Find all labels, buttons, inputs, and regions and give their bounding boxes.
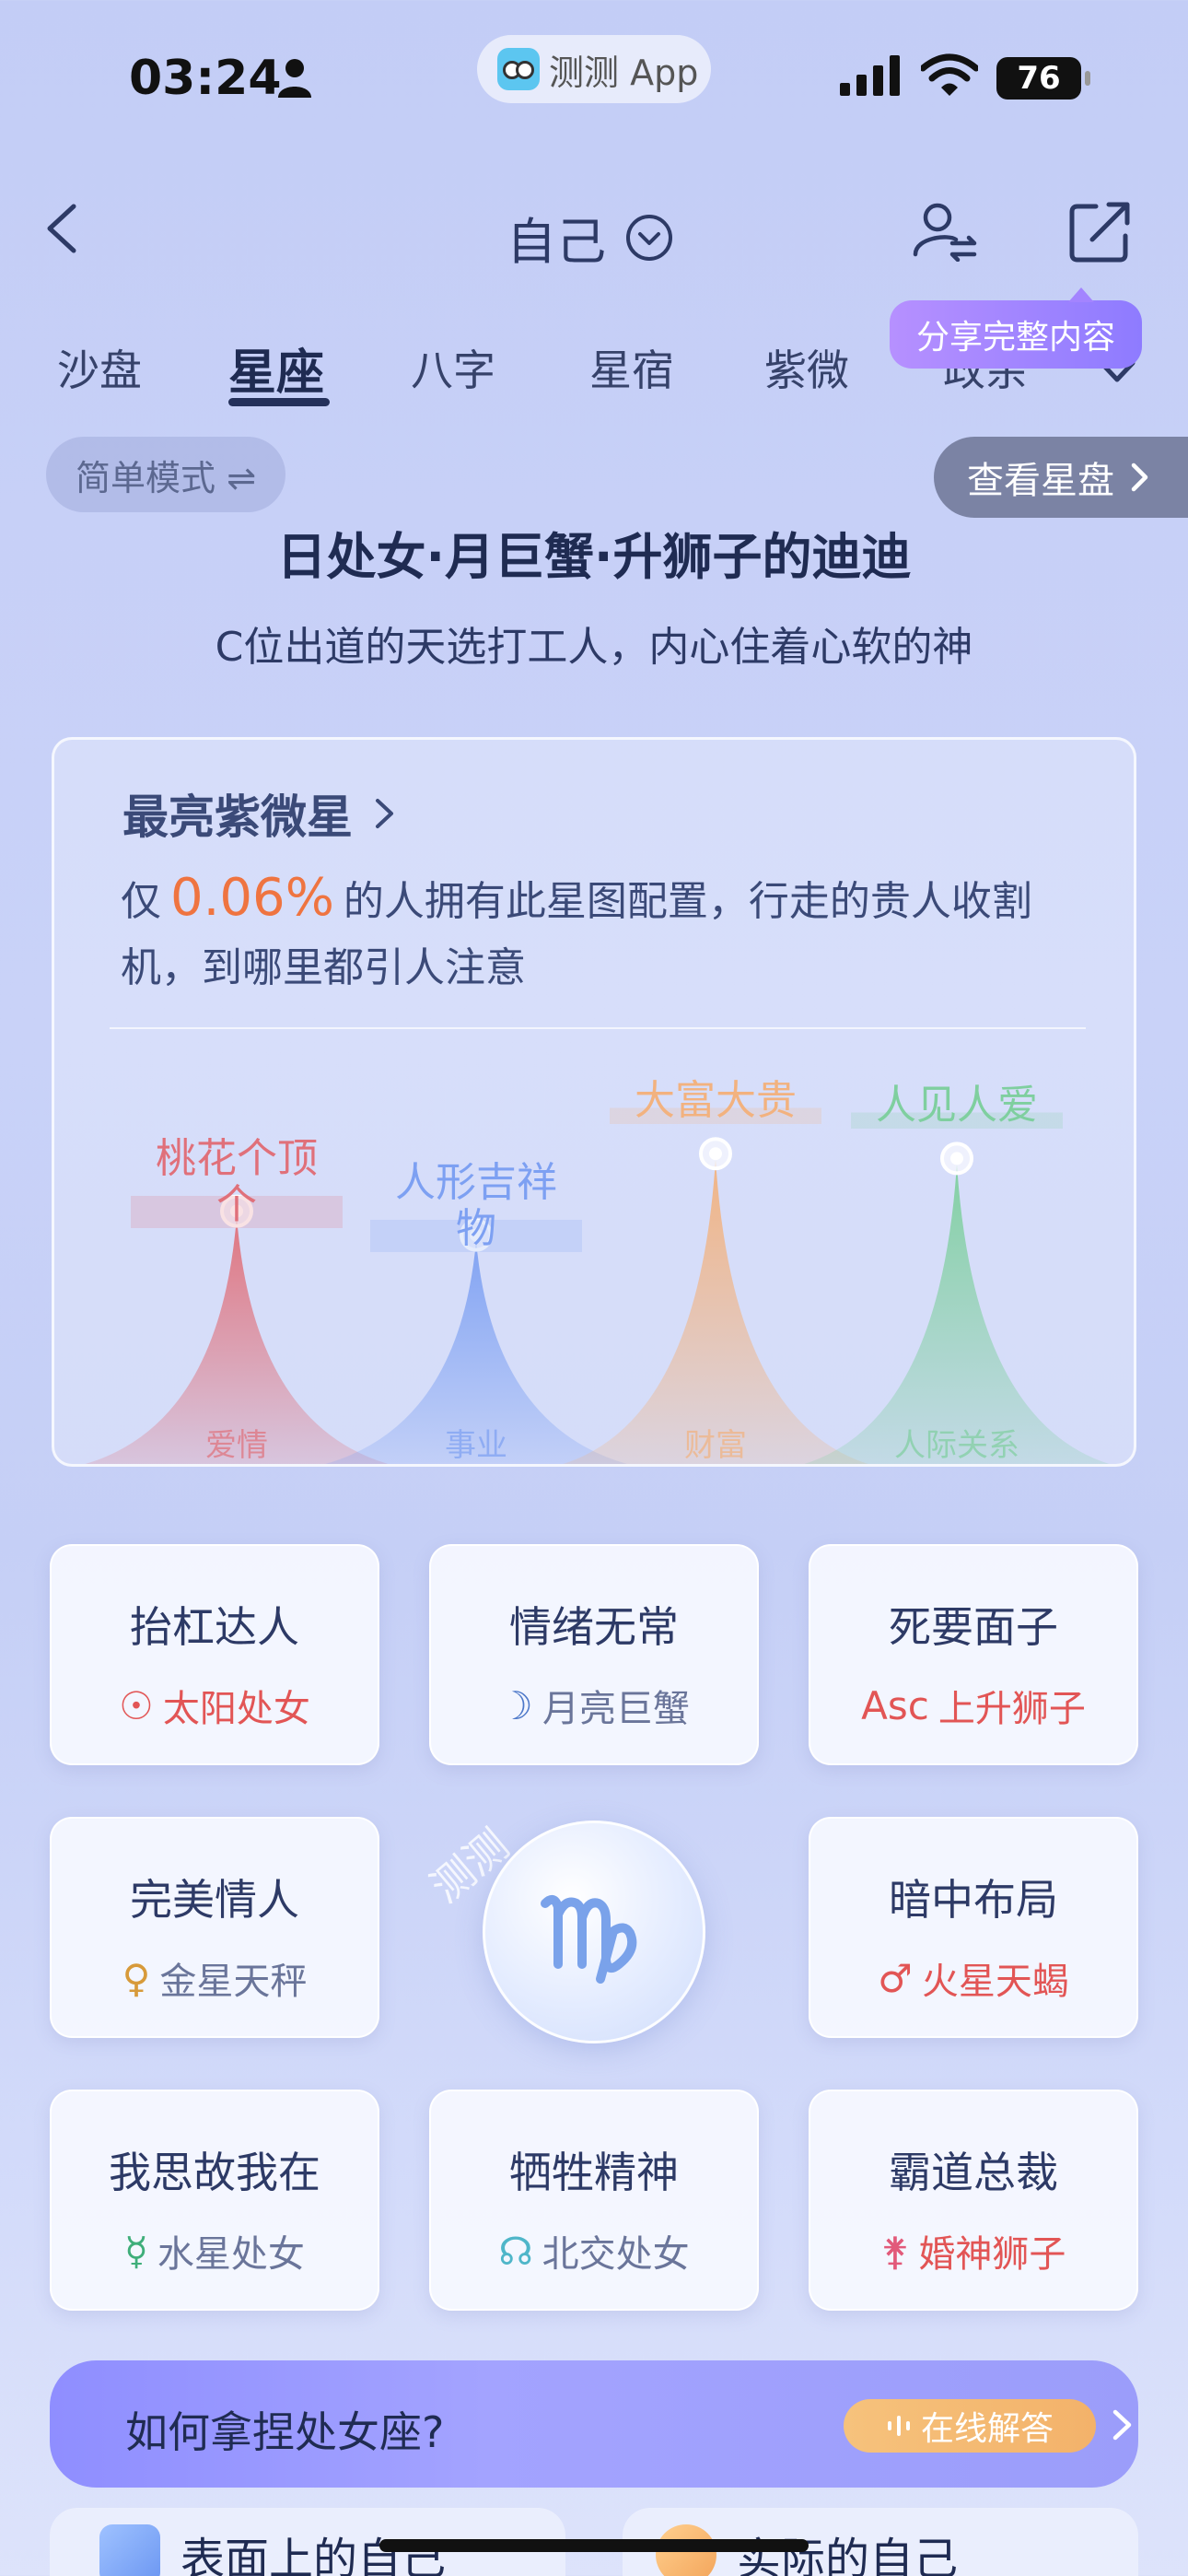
trait-card[interactable]: 情绪无常 ☽ 月亮巨蟹 (429, 1544, 759, 1765)
peak-category-label: 人际关系 (894, 1427, 1019, 1464)
trait-card[interactable]: 暗中布局 ♂ 火星天蝎 (809, 1817, 1138, 2038)
trait-placement: Asc 上升狮子 (810, 1679, 1136, 1732)
divider (110, 1027, 1086, 1029)
planet-symbol-icon: ☊ (498, 2228, 533, 2274)
online-answer-label: 在线解答 (920, 2410, 1054, 2448)
trait-placement-text: 火星天蝎 (921, 1961, 1069, 2003)
tab-ziwei[interactable]: 紫微 (764, 337, 849, 398)
chevron-right-icon (376, 799, 393, 828)
planet-symbol-icon: ⚵ (880, 2228, 910, 2274)
planet-symbol-icon: ☉ (119, 1682, 154, 1728)
trait-placement-text: 金星天秤 (159, 1961, 308, 2003)
triangle-icon (99, 2524, 160, 2576)
planet-symbol-icon: ☽ (498, 1682, 533, 1728)
profile-switcher[interactable]: 自己 (507, 201, 674, 274)
peak-tag: 人见人爱 (851, 1083, 1063, 1130)
trait-card[interactable]: 死要面子 Asc 上升狮子 (809, 1544, 1138, 1765)
peak-category-label: 事业 (445, 1427, 507, 1464)
user-switch-icon[interactable] (912, 201, 978, 262)
tab-active-indicator (228, 398, 330, 406)
peak-tag: 桃花个顶个 (131, 1135, 343, 1228)
back-icon[interactable] (41, 201, 83, 256)
trait-title: 我思故我在 (109, 2148, 320, 2197)
wifi-icon (921, 53, 978, 96)
simple-mode-toggle[interactable]: 简单模式 ⇌ (46, 437, 285, 512)
trait-title: 牺牲精神 (509, 2148, 679, 2197)
virgo-icon (541, 1894, 637, 1984)
app-logo-icon (497, 48, 540, 90)
trait-placement-text: 北交处女 (542, 2233, 690, 2276)
profile-subline: C位出道的天选打工人，内心住着心软的神 (215, 624, 973, 671)
trait-placement: ⚵ 婚神狮子 (810, 2224, 1136, 2277)
trait-placement-text: 水星处女 (157, 2233, 305, 2276)
home-indicator (379, 2539, 809, 2552)
trait-placement-text: 婚神狮子 (918, 2233, 1066, 2276)
trait-placement: ♀ 金星天秤 (52, 1951, 378, 2005)
stats-card-title-text: 最亮紫微星 (122, 790, 353, 844)
mode-label: 简单模式 ⇌ (76, 457, 256, 498)
chevron-right-icon (1131, 463, 1148, 492)
ask-banner-text: 如何拿捏处女座? (125, 2407, 445, 2457)
peak-marker-dot (709, 1147, 722, 1161)
trait-title: 完美情人 (130, 1875, 299, 1925)
trait-placement: ☽ 月亮巨蟹 (431, 1679, 757, 1732)
trait-title: 霸道总裁 (889, 2148, 1058, 2197)
trait-placement: ♂ 火星天蝎 (810, 1951, 1136, 2005)
trait-title: 死要面子 (889, 1602, 1058, 1652)
status-time: 03:24 (129, 51, 282, 106)
tab-bazi[interactable]: 八字 (411, 337, 495, 398)
trait-card[interactable]: 我思故我在 ☿ 水星处女 (50, 2090, 379, 2311)
peak-marker-dot (950, 1152, 963, 1165)
planet-symbol-icon: Asc (861, 1682, 929, 1728)
planet-symbol-icon: ♀ (122, 1955, 151, 2001)
person-icon (278, 59, 311, 98)
battery-indicator: 76 (996, 57, 1090, 100)
peak-tag: 人形吉祥物 (370, 1159, 582, 1252)
trait-placement-text: 太阳处女 (162, 1688, 310, 1730)
view-chart-button[interactable]: 查看星盘 (934, 437, 1188, 518)
trait-placement: ☊ 北交处女 (431, 2224, 757, 2277)
stats-card[interactable]: 最亮紫微星 仅 0.06% 的人拥有此星图配置，行走的贵人收割机，到哪里都引人注意 … (52, 737, 1136, 1467)
trait-title: 情绪无常 (509, 1602, 679, 1652)
planet-symbol-icon: ♂ (878, 1955, 913, 2001)
stats-card-title[interactable]: 最亮紫微星 (122, 780, 397, 847)
trait-placement-text: 月亮巨蟹 (542, 1688, 690, 1730)
trait-placement: ☿ 水星处女 (52, 2224, 378, 2277)
chevron-right-icon (1112, 2409, 1132, 2441)
profile-headline: 日处女·月巨蟹·升狮子的迪迪 (276, 528, 912, 586)
peak-tag: 大富大贵 (610, 1078, 821, 1125)
planet-symbol-icon: ☿ (124, 2228, 148, 2274)
share-tooltip[interactable]: 分享完整内容 (890, 287, 1142, 369)
trait-placement: ☉ 太阳处女 (52, 1679, 378, 1732)
voice-wave-icon (887, 2416, 910, 2436)
app-pill[interactable]: 测测 App (477, 35, 711, 103)
tab-xingzuo[interactable]: 星座 (228, 334, 324, 403)
trait-card[interactable]: 霸道总裁 ⚵ 婚神狮子 (809, 2090, 1138, 2311)
tab-xingxiu[interactable]: 星宿 (589, 337, 674, 398)
ask-banner[interactable]: 如何拿捏处女座? 在线解答 (50, 2360, 1138, 2488)
app-name: 测测 App (549, 52, 699, 93)
trait-card[interactable]: 牺牲精神 ☊ 北交处女 (429, 2090, 759, 2311)
tab-shapan[interactable]: 沙盘 (57, 337, 142, 398)
rarity-percent: 0.06% (170, 868, 334, 928)
trait-title: 抬杠达人 (130, 1602, 299, 1652)
virgo-sign-badge[interactable] (483, 1821, 705, 2043)
share-icon[interactable] (1068, 199, 1133, 263)
trait-card[interactable]: 完美情人 ♀ 金星天秤 (50, 1817, 379, 2038)
chevron-down-icon (626, 214, 672, 261)
signal-icon (840, 55, 900, 96)
online-answer-badge[interactable]: 在线解答 (844, 2399, 1096, 2453)
view-chart-label: 查看星盘 (967, 460, 1114, 502)
desc-prefix: 仅 (121, 878, 161, 925)
peak-category-label: 爱情 (205, 1427, 268, 1464)
trait-card[interactable]: 抬杠达人 ☉ 太阳处女 (50, 1544, 379, 1765)
stats-card-description: 仅 0.06% 的人拥有此星图配置，行走的贵人收割机，到哪里都引人注意 (121, 865, 1088, 1001)
peak-category-label: 财富 (684, 1427, 747, 1464)
trait-placement-text: 上升狮子 (938, 1688, 1086, 1730)
trait-title: 暗中布局 (889, 1875, 1058, 1925)
page-title: 自己 (507, 213, 606, 271)
